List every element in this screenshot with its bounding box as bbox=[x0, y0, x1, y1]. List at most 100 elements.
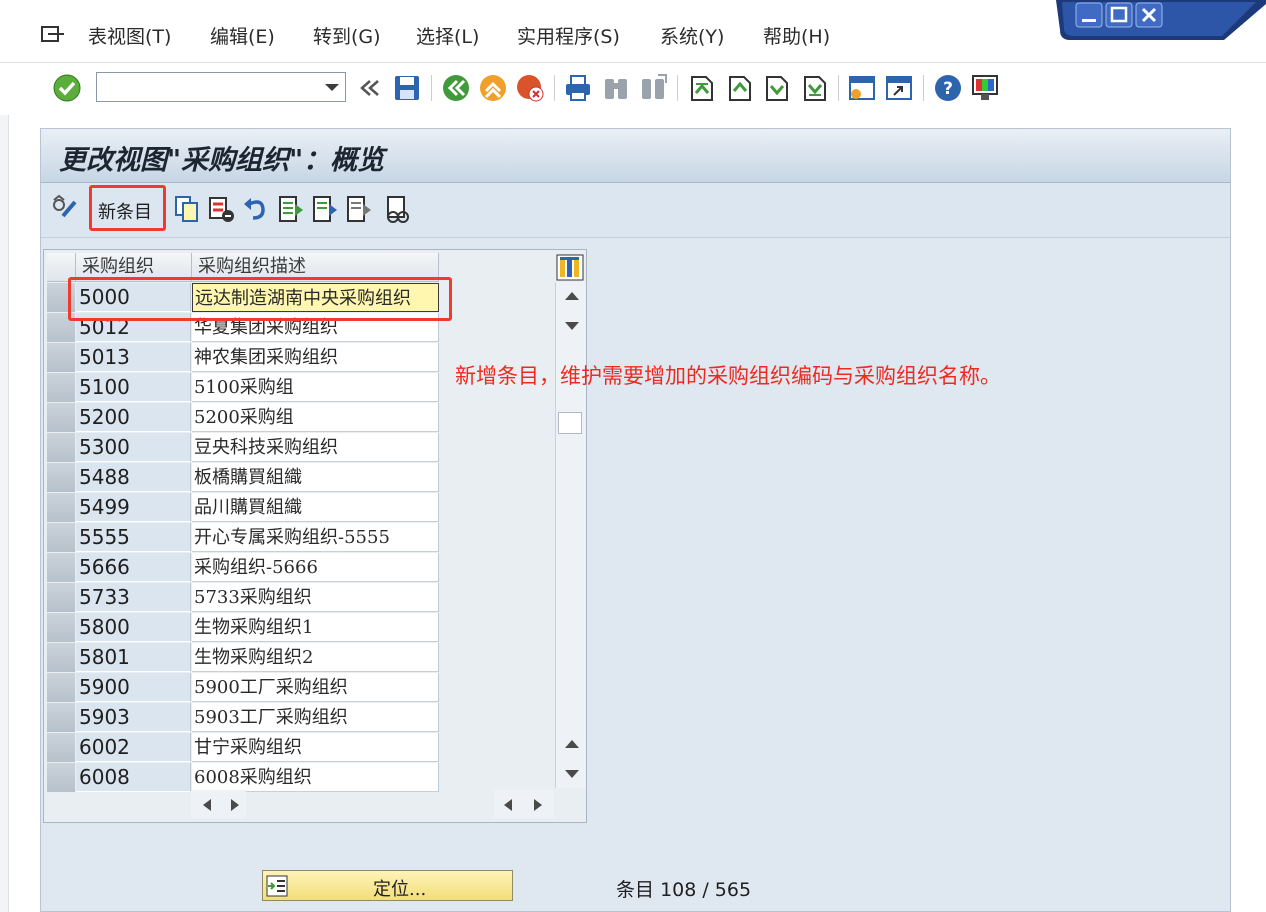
scroll-right-icon[interactable] bbox=[231, 799, 239, 811]
cell-purch-org[interactable]: 6002 bbox=[76, 733, 191, 762]
layout-icon[interactable] bbox=[970, 73, 1000, 103]
cell-purch-org-desc[interactable]: 6008采购组织 bbox=[192, 763, 439, 792]
cell-purch-org[interactable]: 5013 bbox=[76, 343, 191, 372]
cell-purch-org[interactable]: 5300 bbox=[76, 433, 191, 462]
menu-icon[interactable] bbox=[40, 24, 66, 44]
cell-purch-org-desc[interactable]: 采购组织-5666 bbox=[192, 553, 439, 582]
application-toolbar: 新条目 bbox=[41, 183, 1230, 238]
table-settings-icon[interactable] bbox=[556, 254, 584, 281]
scroll-left-icon[interactable] bbox=[504, 799, 512, 811]
cell-purch-org[interactable]: 5733 bbox=[76, 583, 191, 612]
cell-purch-org[interactable]: 5555 bbox=[76, 523, 191, 552]
scroll-thumb[interactable] bbox=[558, 412, 582, 434]
menu-item-help[interactable]: 帮助(H) bbox=[763, 22, 830, 49]
scroll-right-icon[interactable] bbox=[534, 799, 542, 811]
cell-purch-org-desc[interactable]: 生物采购组织2 bbox=[192, 643, 439, 672]
row-selector[interactable] bbox=[47, 613, 75, 643]
cell-purch-org-desc[interactable]: 5903工厂采购组织 bbox=[192, 703, 439, 732]
shortcut-icon[interactable] bbox=[884, 73, 914, 103]
left-edge-strip bbox=[0, 115, 9, 912]
cell-purch-org[interactable]: 5903 bbox=[76, 703, 191, 732]
row-selector[interactable] bbox=[47, 733, 75, 763]
display-change-icon[interactable] bbox=[51, 194, 79, 224]
undo-icon[interactable] bbox=[241, 194, 269, 224]
cell-purch-org[interactable]: 5801 bbox=[76, 643, 191, 672]
cancel-icon[interactable] bbox=[515, 73, 545, 103]
row-selector[interactable] bbox=[47, 343, 75, 373]
help-icon[interactable]: ? bbox=[933, 73, 963, 103]
row-selector[interactable] bbox=[47, 643, 75, 673]
row-selector[interactable] bbox=[47, 403, 75, 433]
back-icon[interactable] bbox=[441, 73, 471, 103]
row-selector[interactable] bbox=[47, 673, 75, 703]
cell-purch-org[interactable]: 6008 bbox=[76, 763, 191, 792]
cell-purch-org[interactable]: 5100 bbox=[76, 373, 191, 402]
new-session-icon[interactable] bbox=[847, 73, 877, 103]
cell-purch-org-desc[interactable]: 神农集团采购组织 bbox=[192, 343, 439, 372]
position-button[interactable]: 定位... bbox=[262, 870, 513, 901]
deselect-all-icon[interactable] bbox=[345, 194, 373, 224]
row-selector[interactable] bbox=[47, 583, 75, 613]
cell-purch-org-desc[interactable]: 5733采购组织 bbox=[192, 583, 439, 612]
row-selector[interactable] bbox=[47, 553, 75, 583]
next-page-icon[interactable] bbox=[761, 73, 791, 103]
scroll-up-icon[interactable] bbox=[565, 292, 579, 300]
menu-item-goto[interactable]: 转到(G) bbox=[313, 22, 381, 49]
cell-purch-org[interactable]: 5499 bbox=[76, 493, 191, 522]
select-block-icon[interactable] bbox=[311, 194, 339, 224]
row-selector[interactable] bbox=[47, 703, 75, 733]
scroll-page-down-icon[interactable] bbox=[565, 770, 579, 778]
menu-item-utilities[interactable]: 实用程序(S) bbox=[517, 22, 620, 49]
close-icon[interactable] bbox=[1135, 2, 1163, 28]
cell-purch-org[interactable]: 5900 bbox=[76, 673, 191, 702]
save-icon[interactable] bbox=[392, 73, 422, 103]
cell-purch-org-desc[interactable]: 开心专属采购组织-5555 bbox=[192, 523, 439, 552]
cell-purch-org-desc[interactable]: 5900工厂采购组织 bbox=[192, 673, 439, 702]
minimize-icon[interactable] bbox=[1075, 2, 1103, 28]
cell-purch-org[interactable]: 5488 bbox=[76, 463, 191, 492]
row-selector[interactable] bbox=[47, 373, 75, 403]
chevron-down-icon[interactable] bbox=[325, 84, 339, 91]
delete-icon[interactable] bbox=[207, 194, 235, 224]
back-arrows-icon[interactable] bbox=[356, 73, 386, 103]
row-selector[interactable] bbox=[47, 763, 75, 793]
cell-purch-org-desc[interactable]: 甘宁采购组织 bbox=[192, 733, 439, 762]
vertical-scrollbar[interactable] bbox=[555, 282, 586, 788]
cell-purch-org-desc[interactable]: 豆央科技采购组织 bbox=[192, 433, 439, 462]
cell-purch-org-desc[interactable]: 品川購買組織 bbox=[192, 493, 439, 522]
cell-purch-org-desc[interactable]: 5200采购组 bbox=[192, 403, 439, 432]
menu-item-select[interactable]: 选择(L) bbox=[416, 22, 479, 49]
scroll-page-up-icon[interactable] bbox=[565, 740, 579, 748]
first-page-icon[interactable] bbox=[686, 73, 716, 103]
print-icon[interactable] bbox=[563, 73, 593, 103]
menu-item-system[interactable]: 系统(Y) bbox=[660, 22, 724, 49]
enter-check-icon[interactable] bbox=[52, 73, 82, 103]
menu-item-edit[interactable]: 编辑(E) bbox=[210, 22, 275, 49]
row-selector[interactable] bbox=[47, 493, 75, 523]
scroll-left-icon[interactable] bbox=[203, 799, 211, 811]
find-next-icon[interactable] bbox=[638, 73, 668, 103]
cell-purch-org-desc[interactable]: 5100采购组 bbox=[192, 373, 439, 402]
exit-icon[interactable] bbox=[478, 73, 508, 103]
row-selector[interactable] bbox=[47, 433, 75, 463]
horizontal-scroll-data-column[interactable] bbox=[494, 790, 554, 818]
maximize-icon[interactable] bbox=[1105, 2, 1133, 28]
menu-item-table-view[interactable]: 表视图(T) bbox=[88, 22, 171, 49]
cell-purch-org[interactable]: 5666 bbox=[76, 553, 191, 582]
new-entries-button[interactable]: 新条目 bbox=[89, 185, 166, 231]
command-field[interactable] bbox=[96, 72, 346, 102]
row-selector[interactable] bbox=[47, 523, 75, 553]
print-view-icon[interactable] bbox=[383, 194, 411, 224]
find-icon[interactable] bbox=[601, 73, 631, 103]
cell-purch-org-desc[interactable]: 板橋購買組織 bbox=[192, 463, 439, 492]
cell-purch-org-desc[interactable]: 生物采购组织1 bbox=[192, 613, 439, 642]
last-page-icon[interactable] bbox=[799, 73, 829, 103]
scroll-down-icon[interactable] bbox=[565, 322, 579, 330]
cell-purch-org[interactable]: 5200 bbox=[76, 403, 191, 432]
cell-purch-org[interactable]: 5800 bbox=[76, 613, 191, 642]
copy-as-icon[interactable] bbox=[173, 194, 201, 224]
previous-page-icon[interactable] bbox=[724, 73, 754, 103]
row-selector[interactable] bbox=[47, 463, 75, 493]
select-all-icon[interactable] bbox=[277, 194, 305, 224]
horizontal-scroll-key-column[interactable] bbox=[191, 790, 246, 818]
